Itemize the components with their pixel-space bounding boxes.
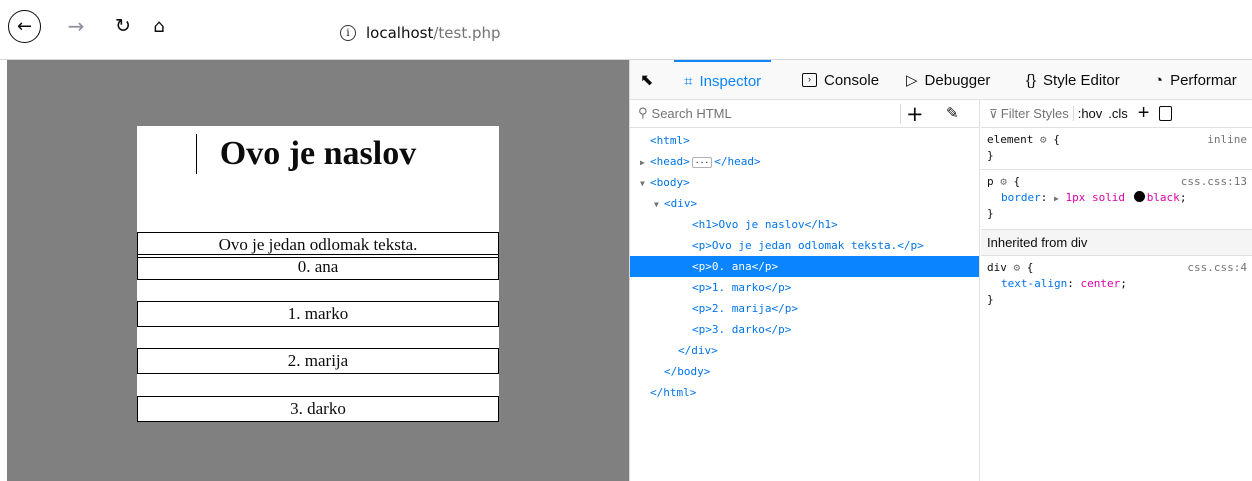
tab-style-editor[interactable]: {} Style Editor xyxy=(1026,60,1120,100)
back-arrow-icon: ← xyxy=(16,16,33,37)
hov-button[interactable]: :hov xyxy=(1072,106,1102,121)
css-value[interactable]: center xyxy=(1080,277,1120,290)
css-property[interactable]: text-align xyxy=(1001,277,1067,290)
rule-element: element ⚙ {inline } xyxy=(981,128,1252,170)
inspector-icon: ⌗ xyxy=(684,72,693,90)
debugger-icon: ▷ xyxy=(906,72,918,89)
color-swatch[interactable] xyxy=(1133,191,1145,202)
browser-toolbar: ← → ↻ ⌂ i localhost/test.php xyxy=(0,0,1252,60)
css-value[interactable]: 1px solid xyxy=(1065,191,1125,204)
element-picker-icon[interactable]: ⬉ xyxy=(640,70,658,89)
filter-icon: ⊽ xyxy=(989,106,998,121)
tree-node[interactable]: </html> xyxy=(630,382,979,403)
reload-button[interactable]: ↻ xyxy=(107,10,139,42)
tree-node-div[interactable]: ▼ <div> xyxy=(630,193,979,214)
paragraph: 3. darko xyxy=(137,396,499,422)
paragraph: 1. marko xyxy=(137,301,499,327)
paragraph-selected: 0. ana xyxy=(137,254,499,280)
performance-icon: ◔ xyxy=(1154,71,1164,89)
rule-p: p ⚙ {css.css:13 border: ▶ 1px solid blac… xyxy=(981,170,1252,230)
tree-node[interactable]: <h1>Ovo je naslov</h1> xyxy=(630,214,979,235)
html-tree: <html> ▶ <head> ··· </head> ▼ <body> ▼ <div> … xyxy=(630,130,979,403)
reload-icon: ↻ xyxy=(115,15,131,37)
gear-icon[interactable]: ⚙ xyxy=(1000,175,1007,188)
gear-icon[interactable]: ⚙ xyxy=(1040,133,1047,146)
page-content: Ovo je naslov Ovo je jedan odlomak tekst… xyxy=(137,126,499,422)
url-bar[interactable]: i localhost/test.php xyxy=(340,18,1252,48)
search-icon: ⚲ xyxy=(638,106,648,121)
forward-button[interactable]: → xyxy=(60,10,92,42)
home-button[interactable]: ⌂ xyxy=(143,10,175,42)
text-caret xyxy=(196,134,197,174)
collapsed-triangle-icon[interactable]: ▶ xyxy=(640,152,650,173)
info-icon[interactable]: i xyxy=(340,25,356,41)
cls-button[interactable]: .cls xyxy=(1108,106,1128,121)
tab-inspector[interactable]: ⌗ Inspector xyxy=(674,60,772,100)
eyedropper-icon[interactable]: ✎ xyxy=(946,104,959,122)
gear-icon[interactable]: ⚙ xyxy=(1014,261,1021,274)
paragraph: 2. marija xyxy=(137,348,499,374)
rule-source-link[interactable]: css.css:4 xyxy=(1187,260,1247,276)
add-rule-button[interactable]: + xyxy=(1138,102,1150,125)
tree-node-selected[interactable]: <p>0. ana</p> xyxy=(630,256,979,277)
tree-node[interactable]: <p>Ovo je jedan odlomak teksta.</p> xyxy=(630,235,979,256)
devtools-tabbar: ⬉ ⌗ Inspector › Console ▷ Debugger {} Style … xyxy=(630,60,1252,100)
search-html-placeholder: Search HTML xyxy=(651,106,732,121)
rules-view: ⊽ Filter Styles :hov .cls + element ⚙ {i… xyxy=(981,100,1252,481)
rule-source-link[interactable]: css.css:13 xyxy=(1181,174,1247,190)
tree-node[interactable]: <p>3. darko</p> xyxy=(630,319,979,340)
url-path: /test.php xyxy=(433,24,501,42)
expand-triangle-icon[interactable]: ▶ xyxy=(1054,194,1059,203)
filter-styles-placeholder: Filter Styles xyxy=(1000,106,1069,121)
ellipsis-icon[interactable]: ··· xyxy=(691,157,713,168)
search-html-field[interactable]: ⚲ Search HTML + ✎ xyxy=(630,100,979,128)
tab-debugger[interactable]: ▷ Debugger xyxy=(906,60,990,100)
print-simulation-icon[interactable] xyxy=(1159,106,1173,121)
tree-node[interactable]: <html> xyxy=(630,130,979,151)
rule-div: div ⚙ {css.css:4 text-align: center; } xyxy=(987,260,1247,306)
back-button[interactable]: ← xyxy=(8,10,41,43)
tree-node[interactable]: </div> xyxy=(630,340,979,361)
expanded-triangle-icon[interactable]: ▼ xyxy=(640,173,650,194)
tree-node[interactable]: </body> xyxy=(630,361,979,382)
page-heading: Ovo je naslov xyxy=(219,135,417,172)
expanded-triangle-icon[interactable]: ▼ xyxy=(654,194,664,215)
css-property[interactable]: border xyxy=(1001,191,1041,204)
rule-source[interactable]: inline xyxy=(1207,132,1247,148)
tree-node[interactable]: <p>2. marija</p> xyxy=(630,298,979,319)
console-icon: › xyxy=(802,73,817,87)
add-node-button[interactable]: + xyxy=(906,102,924,126)
filter-styles-field[interactable]: ⊽ Filter Styles :hov .cls + xyxy=(981,100,1252,128)
tree-node-head[interactable]: ▶ <head> ··· </head> xyxy=(630,151,979,172)
tab-performance[interactable]: ◔ Performar xyxy=(1154,60,1237,100)
style-editor-icon: {} xyxy=(1026,71,1037,89)
page-viewport: Ovo je naslov Ovo je jedan odlomak tekst… xyxy=(7,60,629,481)
url-host: localhost xyxy=(366,24,434,42)
tree-node[interactable]: <p>1. marko</p> xyxy=(630,277,979,298)
markup-view: ⚲ Search HTML + ✎ <html> ▶ <head> ··· </hea… xyxy=(630,100,980,481)
forward-arrow-icon: → xyxy=(67,14,85,38)
inherited-header: Inherited from div xyxy=(981,230,1252,256)
tab-console[interactable]: › Console xyxy=(802,60,879,100)
css-value-color[interactable]: black xyxy=(1147,191,1180,204)
tree-node-body[interactable]: ▼ <body> xyxy=(630,172,979,193)
devtools-panel: ⬉ ⌗ Inspector › Console ▷ Debugger {} Style … xyxy=(629,60,1252,481)
home-icon: ⌂ xyxy=(153,15,165,37)
